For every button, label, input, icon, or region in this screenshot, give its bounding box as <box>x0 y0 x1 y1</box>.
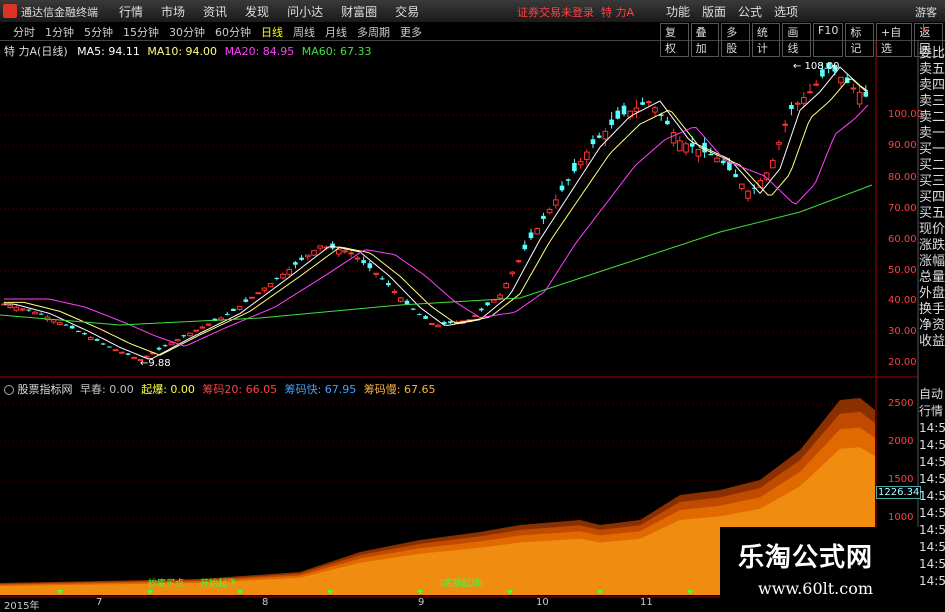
side-item[interactable]: 卖二 <box>919 110 945 126</box>
side-item[interactable]: 外盘 <box>919 286 945 302</box>
side-item[interactable]: 总量 <box>919 270 945 286</box>
timeline-side-panel: 自动 行情 14:5 14:5 14:5 14:5 14:5 14:5 14:5… <box>919 386 945 590</box>
watermark-url: www.60lt.com <box>758 579 874 598</box>
indicator-last-value: 1226.34 <box>876 486 922 499</box>
side2-item: 14:5 <box>919 455 945 469</box>
side-item[interactable]: 收益 <box>919 334 945 350</box>
side-item[interactable]: 卖五 <box>919 62 945 78</box>
axis-20: 20.00 <box>888 357 917 368</box>
date-label: 11 <box>640 597 653 608</box>
side-item[interactable]: 卖三 <box>919 94 945 110</box>
side2-item: 14:5 <box>919 421 945 435</box>
side-item[interactable]: 涨跌 <box>919 238 945 254</box>
side2-item: 14:5 <box>919 506 945 520</box>
signal-tag: 开始起飞 <box>200 577 236 589</box>
side-item[interactable]: 买三 <box>919 174 945 190</box>
side-item[interactable]: 卖四 <box>919 78 945 94</box>
side-item[interactable]: 买五 <box>919 206 945 222</box>
side-item[interactable]: 卖一 <box>919 126 945 142</box>
axis-60: 60.00 <box>888 234 917 245</box>
side2-item: 14:5 <box>919 472 945 486</box>
axis-70: 70.00 <box>888 203 917 214</box>
axis-100: 100.00 <box>888 109 923 120</box>
watermark-title: 乐淘公式网 <box>738 543 874 573</box>
side-item[interactable]: 买二 <box>919 158 945 174</box>
ind-axis-1000: 1000 <box>888 512 914 523</box>
axis-30: 30.00 <box>888 326 917 337</box>
signal-tag: (底部起动) <box>440 577 483 589</box>
indicator-chart[interactable]: 抄底买点 开始起飞 (底部起动) <box>0 0 876 609</box>
date-label: 10 <box>536 597 549 608</box>
side2-item: 14:5 <box>919 489 945 503</box>
date-label: 2015年 <box>4 601 40 612</box>
ind-axis-1500: 1500 <box>888 474 914 485</box>
ind-axis-2500: 2500 <box>888 398 914 409</box>
date-label: 7 <box>96 597 103 608</box>
side-item[interactable]: 现价 <box>919 222 945 238</box>
side-item[interactable]: 买一 <box>919 142 945 158</box>
quote-side-panel: 委比 卖五 卖四 卖三 卖二 卖一 买一 买二 买三 买四 买五 现价 涨跌 涨… <box>919 46 945 350</box>
side2-item: 14:5 <box>919 523 945 537</box>
axis-50: 50.00 <box>888 265 917 276</box>
axis-40: 40.00 <box>888 295 917 306</box>
watermark: 乐淘公式网 www.60lt.com <box>720 527 920 609</box>
date-label: 9 <box>418 597 425 608</box>
axis-90: 90.00 <box>888 140 917 151</box>
ind-axis-2000: 2000 <box>888 436 914 447</box>
side2-item[interactable]: 行情 <box>919 403 945 420</box>
side-item[interactable]: 净资 <box>919 318 945 334</box>
side2-item[interactable]: 自动 <box>919 386 945 403</box>
side-item[interactable]: 涨幅 <box>919 254 945 270</box>
side2-item: 14:5 <box>919 574 945 588</box>
signal-tag: 抄底买点 <box>148 577 184 589</box>
side2-item: 14:5 <box>919 557 945 571</box>
price-axis-top: L <box>922 23 928 34</box>
side2-item: 14:5 <box>919 540 945 554</box>
side-item[interactable]: 买四 <box>919 190 945 206</box>
date-label: 8 <box>262 597 269 608</box>
side-item[interactable]: 委比 <box>919 46 945 62</box>
side-item[interactable]: 换手 <box>919 302 945 318</box>
axis-80: 80.00 <box>888 172 917 183</box>
side2-item: 14:5 <box>919 438 945 452</box>
